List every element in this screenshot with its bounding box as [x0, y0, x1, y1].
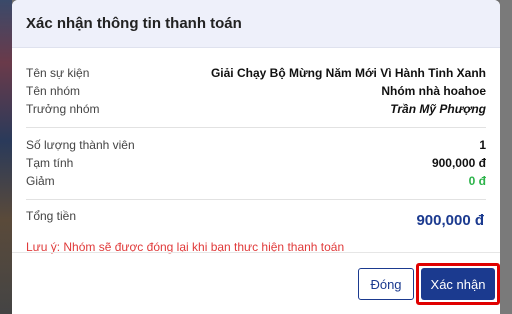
- background-image: [0, 0, 12, 314]
- members-row: Số lượng thành viên 1: [26, 136, 486, 154]
- total-label: Tổng tiền: [26, 209, 77, 223]
- discount-row: Giảm 0 đ: [26, 172, 486, 190]
- event-row: Tên sự kiện Giải Chạy Bộ Mừng Năm Mới Vì…: [26, 64, 486, 82]
- members-value: 1: [479, 138, 486, 152]
- subtotal-label: Tạm tính: [26, 156, 74, 170]
- total-row: Tổng tiền 900,000 đ: [26, 209, 486, 231]
- team-label: Tên nhóm: [26, 84, 81, 98]
- dialog-title: Xác nhận thông tin thanh toán: [26, 15, 242, 32]
- section-divider: [26, 127, 486, 128]
- subtotal-row: Tạm tính 900,000 đ: [26, 154, 486, 172]
- leader-value: Trần Mỹ Phượng: [390, 102, 486, 116]
- team-value: Nhóm nhà hoahoe: [381, 84, 486, 98]
- total-value: 900,000 đ: [416, 212, 484, 229]
- payment-confirm-dialog: Xác nhận thông tin thanh toán Tên sự kiệ…: [12, 0, 500, 314]
- confirm-button[interactable]: Xác nhận: [421, 268, 495, 300]
- close-button[interactable]: Đóng: [358, 268, 414, 300]
- leader-row: Trưởng nhóm Trần Mỹ Phượng: [26, 100, 486, 118]
- dialog-body: Tên sự kiện Giải Chạy Bộ Mừng Năm Mới Vì…: [12, 48, 500, 254]
- team-row: Tên nhóm Nhóm nhà hoahoe: [26, 82, 486, 100]
- dialog-header: Xác nhận thông tin thanh toán: [12, 0, 500, 48]
- discount-value: 0 đ: [468, 174, 486, 188]
- event-label: Tên sự kiện: [26, 66, 90, 80]
- dialog-footer: Đóng Xác nhận: [12, 252, 500, 314]
- background-overlay: [500, 0, 512, 314]
- subtotal-value: 900,000 đ: [431, 156, 486, 170]
- leader-label: Trưởng nhóm: [26, 102, 100, 116]
- discount-label: Giảm: [26, 174, 55, 188]
- event-value: Giải Chạy Bộ Mừng Năm Mới Vì Hành Tinh X…: [210, 66, 486, 80]
- members-label: Số lượng thành viên: [26, 138, 135, 152]
- section-divider: [26, 199, 486, 200]
